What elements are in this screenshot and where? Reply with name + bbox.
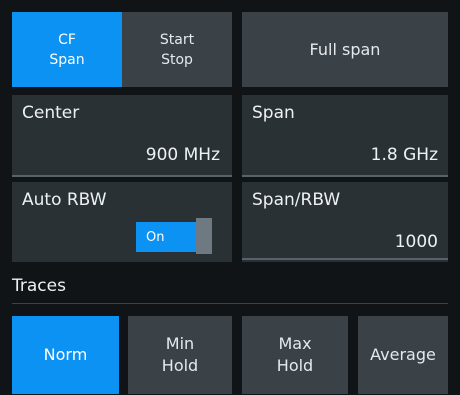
trace-min-hold-button[interactable]: Min Hold (128, 316, 232, 394)
center-label: Center (22, 103, 80, 123)
span-value: 1.8 GHz (370, 145, 438, 165)
cf-span-label: CF Span (49, 31, 85, 68)
span-rbw-underline (242, 258, 448, 260)
full-span-button[interactable]: Full span (242, 12, 448, 87)
trace-norm-button[interactable]: Norm (12, 316, 119, 394)
span-field[interactable]: Span 1.8 GHz (242, 95, 448, 177)
span-rbw-field[interactable]: Span/RBW 1000 (242, 182, 448, 262)
span-rbw-value: 1000 (394, 232, 438, 252)
cf-span-button[interactable]: CF Span (12, 12, 122, 87)
start-stop-label: Start Stop (159, 31, 195, 68)
trace-max-hold-label: Max Hold (276, 334, 314, 375)
traces-divider (12, 303, 448, 304)
center-value: 900 MHz (145, 145, 220, 165)
trace-average-label: Average (370, 345, 436, 364)
start-stop-button[interactable]: Start Stop (122, 12, 232, 87)
trace-min-hold-label: Min Hold (161, 334, 199, 375)
span-underline (242, 175, 448, 177)
trace-max-hold-button[interactable]: Max Hold (242, 316, 348, 394)
auto-rbw-toggle-knob[interactable] (196, 218, 212, 254)
auto-rbw-panel: Auto RBW On (12, 182, 232, 262)
span-rbw-label: Span/RBW (252, 190, 341, 210)
center-field[interactable]: Center 900 MHz (12, 95, 232, 177)
auto-rbw-toggle[interactable]: On (136, 222, 196, 252)
span-label: Span (252, 103, 295, 123)
trace-average-button[interactable]: Average (358, 316, 448, 394)
trace-norm-label: Norm (43, 345, 88, 364)
full-span-label: Full span (309, 39, 381, 59)
center-underline (12, 175, 232, 177)
auto-rbw-label: Auto RBW (22, 190, 107, 210)
auto-rbw-toggle-text: On (146, 229, 165, 245)
traces-label: Traces (12, 276, 66, 296)
